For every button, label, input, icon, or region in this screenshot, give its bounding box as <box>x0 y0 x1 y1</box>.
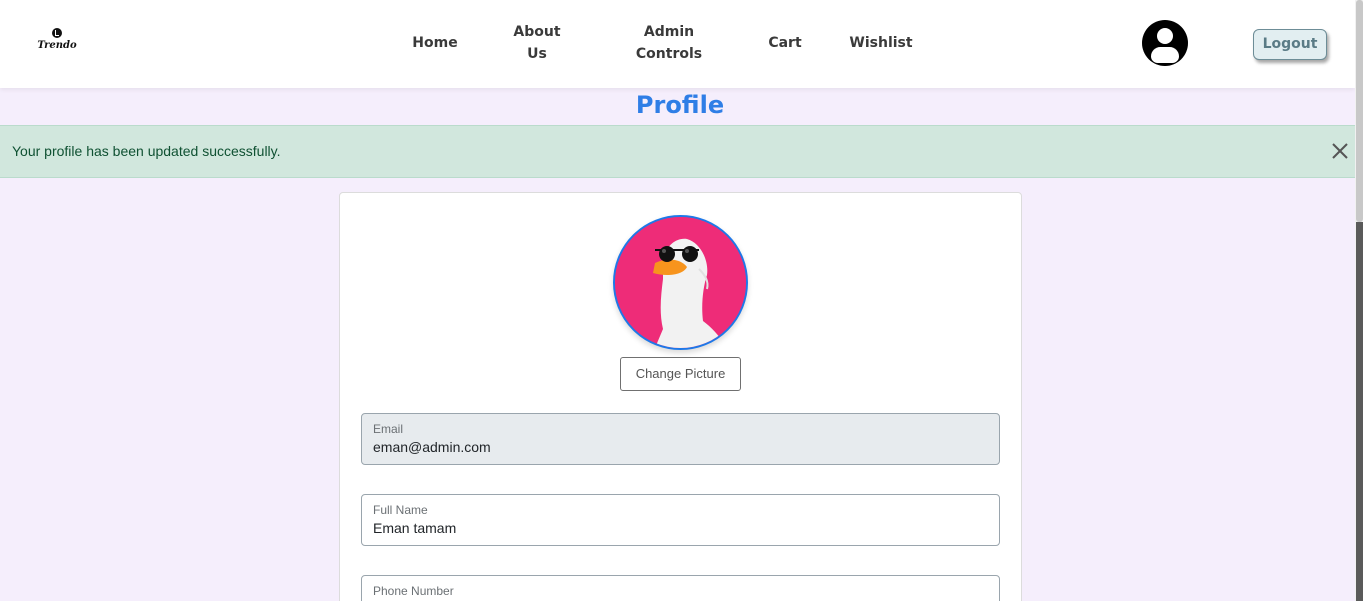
close-icon[interactable] <box>1330 141 1350 161</box>
logo-text: Trendo <box>37 40 77 51</box>
nav-about-link[interactable]: About Us <box>507 21 567 65</box>
full-name-value[interactable]: Eman tamam <box>373 520 456 536</box>
email-label: Email <box>373 422 404 436</box>
logout-button[interactable]: Logout <box>1253 29 1327 60</box>
logo[interactable]: Trendo <box>34 28 80 58</box>
profile-card: Change Picture Email eman@admin.com Full… <box>339 192 1022 601</box>
page-title: Profile <box>635 91 725 119</box>
phone-number-label: Phone Number <box>373 584 454 598</box>
nav-about-label-line2: Us <box>527 46 547 62</box>
avatar-head-shape <box>1157 28 1173 44</box>
nav-admin-label-line2: Controls <box>635 46 703 62</box>
nav-wishlist-label: Wishlist <box>849 35 913 51</box>
nav-admin-label-line1: Admin <box>643 24 695 40</box>
nav-about-label-line1: About <box>513 24 561 40</box>
email-value: eman@admin.com <box>373 439 491 455</box>
avatar-shoulders-shape <box>1151 47 1179 63</box>
logo-icon <box>52 28 62 38</box>
phone-number-field[interactable]: Phone Number <box>361 575 1000 601</box>
nav-home-label: Home <box>412 35 458 51</box>
full-name-label: Full Name <box>373 503 428 517</box>
navbar: Trendo Home About Us Admin Controls Cart… <box>0 0 1355 88</box>
change-picture-button[interactable]: Change Picture <box>620 357 741 391</box>
alert-message: Your profile has been updated successful… <box>12 143 281 159</box>
nav-admin-controls-link[interactable]: Admin Controls <box>628 21 710 65</box>
email-field: Email eman@admin.com <box>361 413 1000 465</box>
nav-home-link[interactable]: Home <box>405 32 465 54</box>
nav-cart-link[interactable]: Cart <box>760 32 810 54</box>
scrollbar-thumb[interactable] <box>1356 0 1363 222</box>
success-alert: Your profile has been updated successful… <box>0 125 1355 178</box>
nav-wishlist-link[interactable]: Wishlist <box>845 32 917 54</box>
profile-picture <box>613 215 748 350</box>
full-name-field[interactable]: Full Name Eman tamam <box>361 494 1000 546</box>
scrollbar-lower-region <box>1356 222 1363 601</box>
user-avatar-icon[interactable] <box>1142 20 1188 66</box>
goose-avatar-icon <box>615 217 746 348</box>
nav-cart-label: Cart <box>768 35 802 51</box>
